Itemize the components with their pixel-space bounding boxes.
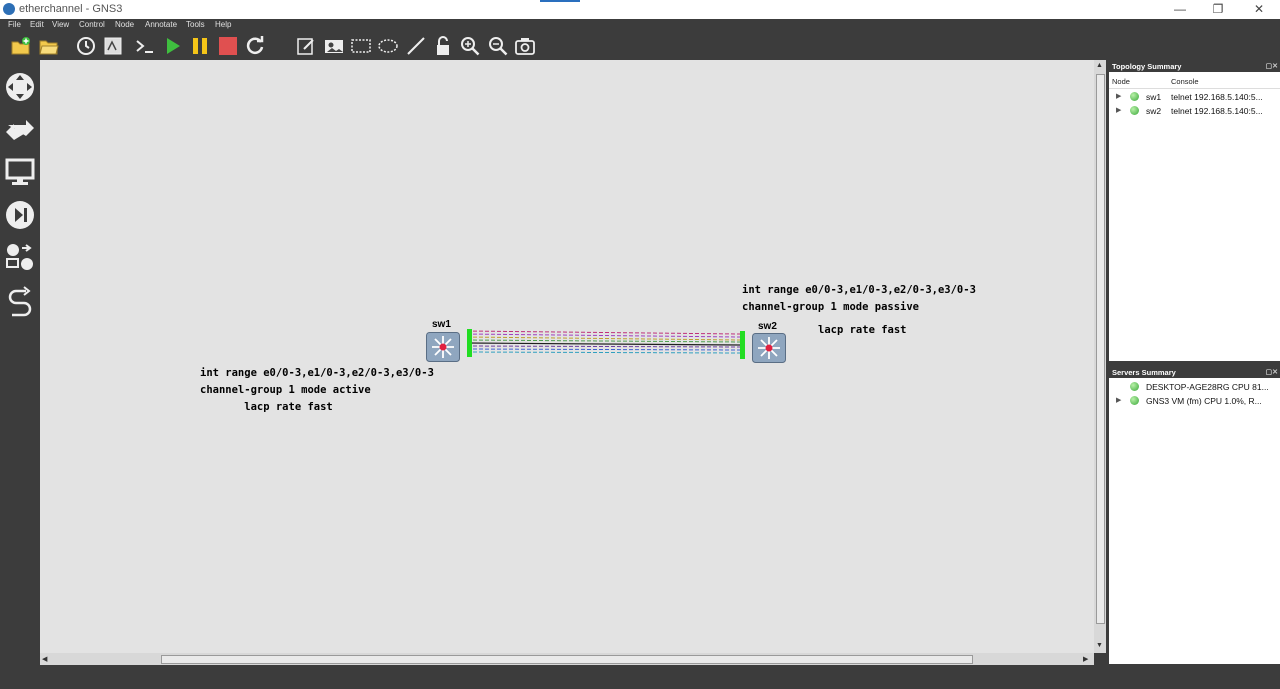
col-header-console[interactable]: Console — [1171, 76, 1199, 87]
menu-view[interactable]: View — [52, 20, 69, 29]
status-started-icon — [1130, 106, 1139, 115]
scroll-down-icon[interactable]: ▼ — [1096, 642, 1103, 649]
expand-arrow-icon[interactable]: ▶ — [1116, 106, 1121, 114]
device-toolbar — [0, 60, 40, 665]
menu-annotate[interactable]: Annotate — [145, 20, 177, 29]
start-all-icon[interactable] — [162, 35, 184, 57]
draw-line-icon[interactable] — [405, 35, 427, 57]
menu-node[interactable]: Node — [115, 20, 134, 29]
sw1-label[interactable]: sw1 — [432, 319, 451, 330]
sw1-switch-icon[interactable] — [426, 332, 460, 362]
open-project-icon[interactable] — [38, 35, 60, 57]
status-bar — [0, 665, 1280, 689]
menu-control[interactable]: Control — [79, 20, 105, 29]
window-title: etherchannel - GNS3 — [19, 3, 123, 15]
end-devices-icon[interactable] — [4, 156, 36, 188]
sw1-port-indicator — [467, 329, 472, 357]
gns3-logo-icon — [3, 3, 15, 15]
screenshot-icon[interactable] — [514, 35, 536, 57]
menu-edit[interactable]: Edit — [30, 20, 44, 29]
title-accent — [540, 0, 580, 2]
scroll-up-icon[interactable]: ▲ — [1096, 62, 1103, 69]
expand-arrow-icon[interactable]: ▶ — [1116, 92, 1121, 100]
insert-image-icon[interactable] — [323, 35, 345, 57]
title-bar: etherchannel - GNS3 — ❐ ✕ — [0, 0, 1280, 19]
stop-all-icon[interactable] — [217, 35, 239, 57]
server-row-gns3vm[interactable]: ▶ GNS3 VM (fm) CPU 1.0%, R... — [1109, 394, 1280, 408]
server-row-local[interactable]: DESKTOP-AGE28RG CPU 81... — [1109, 380, 1280, 394]
zoom-out-icon[interactable] — [487, 35, 509, 57]
menu-file[interactable]: File — [8, 20, 21, 29]
close-button[interactable]: ✕ — [1249, 2, 1269, 16]
vertical-scroll-thumb[interactable] — [1096, 74, 1105, 624]
panel-float-close-icon[interactable]: ▢✕ — [1266, 61, 1278, 72]
panel-float-close-icon[interactable]: ▢✕ — [1266, 367, 1278, 378]
servers-summary-panel: Servers Summary ▢✕ DESKTOP-AGE28RG CPU 8… — [1109, 367, 1280, 664]
suspend-all-icon[interactable] — [189, 35, 211, 57]
main-toolbar — [0, 32, 1280, 60]
show-interface-labels-icon[interactable] — [102, 35, 124, 57]
new-project-icon[interactable] — [10, 35, 32, 57]
topology-summary-title: Topology Summary — [1112, 62, 1182, 71]
minimize-button[interactable]: — — [1170, 2, 1190, 16]
topology-canvas[interactable]: sw1 sw2 int range e0/0-3,e1/0-3,e2/0-3,e… — [40, 60, 1094, 653]
add-note-icon[interactable] — [295, 35, 317, 57]
servers-summary-header: Servers Summary ▢✕ — [1109, 367, 1280, 378]
servers-summary-title: Servers Summary — [1112, 368, 1176, 377]
sw2-config-note-line3[interactable]: lacp rate fast — [818, 324, 907, 336]
menu-tools[interactable]: Tools — [186, 20, 205, 29]
restore-button[interactable]: ❐ — [1208, 2, 1228, 16]
server-status-icon — [1130, 396, 1139, 405]
sw1-config-note[interactable]: int range e0/0-3,e1/0-3,e2/0-3,e3/0-3 ch… — [200, 365, 434, 416]
topology-summary-panel: Topology Summary ▢✕ Node Console ▶ sw1 t… — [1109, 61, 1280, 361]
draw-ellipse-icon[interactable] — [377, 35, 399, 57]
menu-help[interactable]: Help — [215, 20, 231, 29]
sw2-label[interactable]: sw2 — [758, 321, 777, 332]
switches-icon[interactable] — [4, 113, 36, 145]
canvas-horizontal-scrollbar[interactable]: ◀ ▶ — [40, 653, 1094, 665]
canvas-vertical-scrollbar[interactable]: ▲ ▼ — [1094, 60, 1106, 653]
reload-all-icon[interactable] — [244, 35, 266, 57]
sw2-switch-icon[interactable] — [752, 333, 786, 363]
menu-bar: File Edit View Control Node Annotate Too… — [0, 19, 1280, 32]
scroll-right-icon[interactable]: ▶ — [1083, 655, 1088, 663]
console-all-icon[interactable] — [134, 35, 156, 57]
server-status-icon — [1130, 382, 1139, 391]
lock-items-icon[interactable] — [432, 35, 454, 57]
topology-row-sw2[interactable]: ▶ sw2 telnet 192.168.5.140:5... — [1109, 104, 1280, 118]
expand-arrow-icon[interactable]: ▶ — [1116, 396, 1121, 404]
links-layer — [466, 329, 745, 359]
topology-summary-header: Topology Summary ▢✕ — [1109, 61, 1280, 72]
sw2-config-note-line2[interactable]: channel-group 1 mode passive — [742, 301, 919, 313]
sw2-port-indicator — [740, 331, 745, 359]
status-started-icon — [1130, 92, 1139, 101]
sw2-config-note-line1[interactable]: int range e0/0-3,e1/0-3,e2/0-3,e3/0-3 — [742, 284, 976, 296]
col-header-node[interactable]: Node — [1112, 76, 1130, 87]
horizontal-scroll-thumb[interactable] — [161, 655, 973, 664]
scroll-left-icon[interactable]: ◀ — [42, 655, 47, 663]
all-devices-icon[interactable] — [4, 241, 36, 273]
draw-rectangle-icon[interactable] — [350, 35, 372, 57]
add-link-icon[interactable] — [4, 285, 36, 317]
zoom-in-icon[interactable] — [459, 35, 481, 57]
snapshot-icon[interactable] — [75, 35, 97, 57]
etherchannel-links[interactable] — [466, 330, 741, 354]
routers-icon[interactable] — [4, 71, 36, 103]
security-devices-icon[interactable] — [4, 199, 36, 231]
topology-row-sw1[interactable]: ▶ sw1 telnet 192.168.5.140:5... — [1109, 90, 1280, 104]
